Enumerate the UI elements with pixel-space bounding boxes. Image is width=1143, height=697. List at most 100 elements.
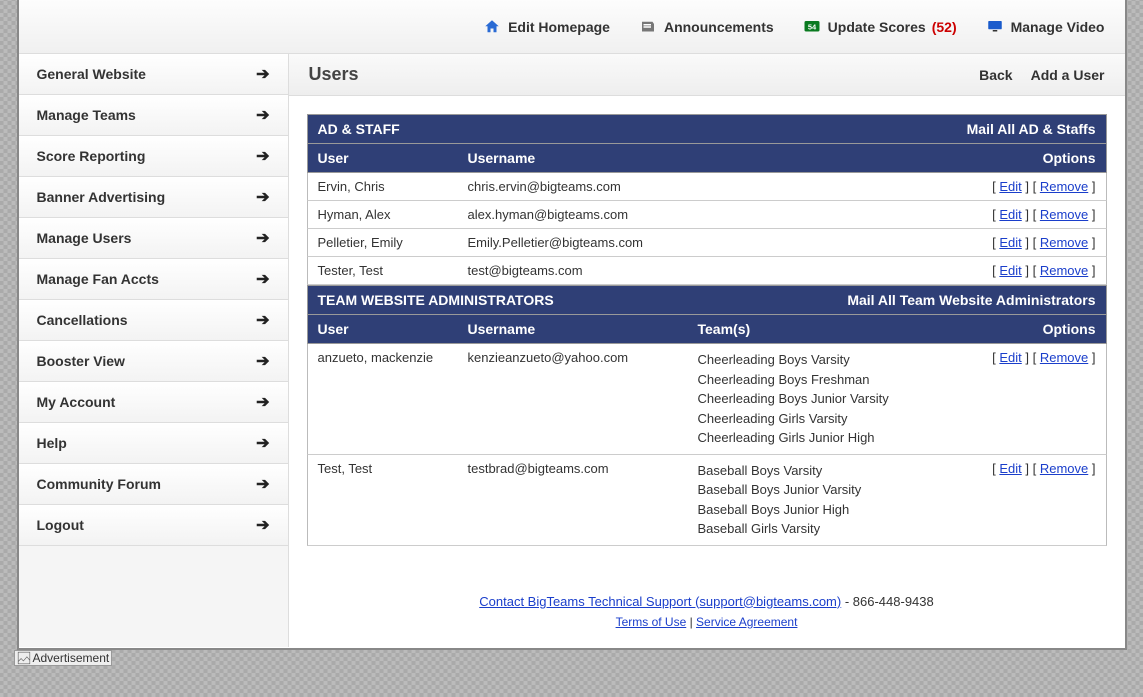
cell-user: Test, Test (318, 461, 468, 476)
col-username: Username (468, 321, 698, 337)
sidebar-item-manage-fan-accts[interactable]: Manage Fan Accts➔ (19, 259, 288, 300)
group-title: AD & STAFF (318, 121, 400, 137)
arrow-right-icon: ➔ (256, 392, 269, 412)
sidebar-item-label: General Website (37, 66, 146, 82)
cell-user: Tester, Test (318, 263, 468, 278)
advertisement-placeholder: Advertisement (14, 650, 113, 666)
page-title: Users (309, 64, 359, 85)
cell-options: [ Edit ] [ Remove ] (926, 350, 1096, 365)
cell-username: chris.ervin@bigteams.com (468, 179, 698, 194)
sidebar-item-manage-teams[interactable]: Manage Teams➔ (19, 95, 288, 136)
col-options: Options (926, 150, 1096, 166)
arrow-right-icon: ➔ (256, 228, 269, 248)
main-panel: Users Back Add a User AD & STAFF Mail Al… (289, 54, 1125, 647)
update-scores-label: Update Scores (828, 19, 926, 35)
sidebar-item-label: Logout (37, 517, 84, 533)
table-row: anzueto, mackenziekenzieanzueto@yahoo.co… (307, 344, 1107, 455)
remove-link[interactable]: Remove (1040, 350, 1088, 365)
cell-options: [ Edit ] [ Remove ] (926, 235, 1096, 250)
cell-username: testbrad@bigteams.com (468, 461, 698, 476)
edit-link[interactable]: Edit (999, 263, 1021, 278)
sidebar-item-cancellations[interactable]: Cancellations ➔ (19, 300, 288, 341)
arrow-right-icon: ➔ (256, 433, 269, 453)
mail-all-ad-staff-link[interactable]: Mail All AD & Staffs (967, 121, 1096, 137)
cell-user: anzueto, mackenzie (318, 350, 468, 365)
sidebar-item-label: My Account (37, 394, 116, 410)
edit-homepage-link[interactable]: Edit Homepage (482, 18, 610, 36)
col-user: User (318, 150, 468, 166)
remove-link[interactable]: Remove (1040, 179, 1088, 194)
table-row: Tester, Testtest@bigteams.com[ Edit ] [ … (307, 257, 1107, 285)
sidebar-item-label: Booster View (37, 353, 125, 369)
update-scores-count: (52) (932, 19, 957, 35)
cell-teams: Cheerleading Boys VarsityCheerleading Bo… (698, 350, 926, 448)
service-agreement-link[interactable]: Service Agreement (696, 615, 797, 629)
remove-link[interactable]: Remove (1040, 263, 1088, 278)
sidebar-item-label: Cancellations (37, 312, 128, 328)
update-scores-link[interactable]: 54 Update Scores (52) (802, 18, 957, 36)
arrow-right-icon: ➔ (256, 64, 269, 84)
sidebar-item-score-reporting[interactable]: Score Reporting➔ (19, 136, 288, 177)
sidebar-item-booster-view[interactable]: Booster View ➔ (19, 341, 288, 382)
col-teams: Team(s) (698, 321, 926, 337)
table-row: Pelletier, EmilyEmily.Pelletier@bigteams… (307, 229, 1107, 257)
broken-image-icon (17, 651, 31, 665)
team-name: Cheerleading Boys Freshman (698, 370, 926, 390)
sidebar-item-my-account[interactable]: My Account ➔ (19, 382, 288, 423)
team-name: Cheerleading Boys Junior Varsity (698, 389, 926, 409)
arrow-right-icon: ➔ (256, 474, 269, 494)
team-name: Baseball Boys Junior High (698, 500, 926, 520)
edit-link[interactable]: Edit (999, 235, 1021, 250)
newspaper-icon (638, 18, 658, 36)
group-header-team-admins: TEAM WEBSITE ADMINISTRATORS Mail All Tea… (307, 285, 1107, 315)
sidebar-item-manage-users[interactable]: Manage Users➔ (19, 218, 288, 259)
page-header: Users Back Add a User (289, 54, 1125, 96)
support-phone: - 866-448-9438 (845, 594, 934, 609)
remove-link[interactable]: Remove (1040, 207, 1088, 222)
arrow-right-icon: ➔ (256, 187, 269, 207)
back-link[interactable]: Back (979, 67, 1012, 83)
edit-link[interactable]: Edit (999, 461, 1021, 476)
add-user-link[interactable]: Add a User (1031, 67, 1105, 83)
edit-homepage-label: Edit Homepage (508, 19, 610, 35)
sidebar-item-banner-advertising[interactable]: Banner Advertising ➔ (19, 177, 288, 218)
edit-link[interactable]: Edit (999, 179, 1021, 194)
manage-video-label: Manage Video (1011, 19, 1105, 35)
col-user: User (318, 321, 468, 337)
cell-username: test@bigteams.com (468, 263, 698, 278)
arrow-right-icon: ➔ (256, 310, 269, 330)
col-options: Options (926, 321, 1096, 337)
sidebar-item-label: Help (37, 435, 67, 451)
table-row: Hyman, Alexalex.hyman@bigteams.com[ Edit… (307, 201, 1107, 229)
team-name: Cheerleading Girls Junior High (698, 428, 926, 448)
sidebar-item-logout[interactable]: Logout ➔ (19, 505, 288, 546)
sidebar: General Website ➔ Manage Teams➔ Score Rep… (19, 54, 289, 647)
cell-user: Ervin, Chris (318, 179, 468, 194)
column-header-ad-staff: User Username Options (307, 144, 1107, 173)
group-header-ad-staff: AD & STAFF Mail All AD & Staffs (307, 114, 1107, 144)
arrow-right-icon: ➔ (256, 515, 269, 535)
edit-link[interactable]: Edit (999, 350, 1021, 365)
contact-support-link[interactable]: Contact BigTeams Technical Support (supp… (479, 594, 841, 609)
mail-all-team-admins-link[interactable]: Mail All Team Website Administrators (847, 292, 1095, 308)
sidebar-item-label: Manage Fan Accts (37, 271, 159, 287)
announcements-link[interactable]: Announcements (638, 18, 774, 36)
arrow-right-icon: ➔ (256, 146, 269, 166)
manage-video-link[interactable]: Manage Video (985, 18, 1105, 36)
sidebar-item-label: Banner Advertising (37, 189, 166, 205)
sidebar-item-community-forum[interactable]: Community Forum➔ (19, 464, 288, 505)
team-name: Cheerleading Girls Varsity (698, 409, 926, 429)
sidebar-item-help[interactable]: Help ➔ (19, 423, 288, 464)
announcements-label: Announcements (664, 19, 774, 35)
arrow-right-icon: ➔ (256, 351, 269, 371)
cell-username: kenzieanzueto@yahoo.com (468, 350, 698, 365)
edit-link[interactable]: Edit (999, 207, 1021, 222)
sidebar-item-general-website[interactable]: General Website ➔ (19, 54, 288, 95)
team-name: Cheerleading Boys Varsity (698, 350, 926, 370)
cell-user: Pelletier, Emily (318, 235, 468, 250)
terms-of-use-link[interactable]: Terms of Use (616, 615, 687, 629)
home-icon (482, 18, 502, 36)
remove-link[interactable]: Remove (1040, 235, 1088, 250)
monitor-icon (985, 18, 1005, 36)
remove-link[interactable]: Remove (1040, 461, 1088, 476)
